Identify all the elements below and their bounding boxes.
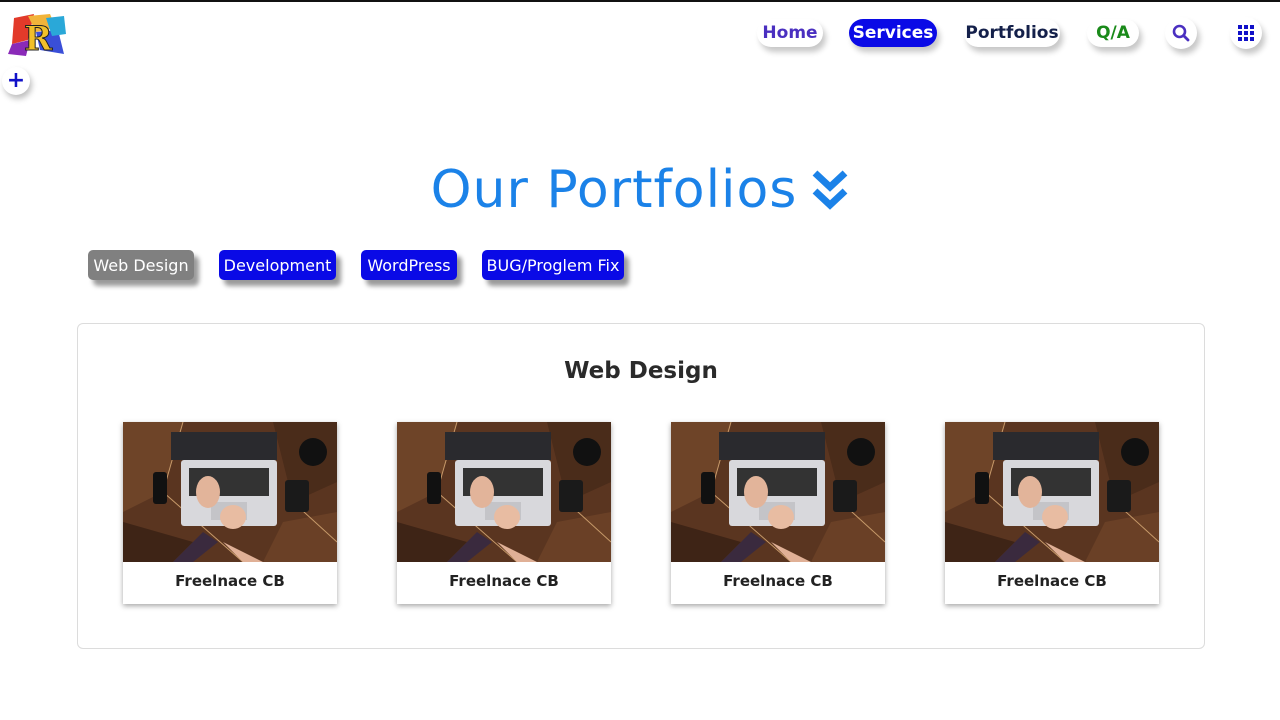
portfolio-image: [397, 422, 611, 562]
tab-wordpress[interactable]: WordPress: [361, 250, 457, 280]
card-caption: Freelnace CB: [997, 572, 1107, 590]
panel-title: Web Design: [564, 358, 718, 384]
search-button[interactable]: [1165, 17, 1197, 49]
portfolio-card[interactable]: Freelnace CB: [945, 422, 1159, 604]
tab-web-design[interactable]: Web Design: [88, 250, 194, 280]
page-title: Our Portfolios: [430, 160, 798, 220]
menu-grid-button[interactable]: [1230, 17, 1262, 49]
portfolio-card[interactable]: Freelnace CB: [123, 422, 337, 604]
svg-text:R: R: [24, 19, 53, 59]
portfolio-panel: Web Design Freelnace CB Freelnace CB Fre…: [77, 323, 1205, 649]
portfolio-image: [945, 422, 1159, 562]
card-caption: Freelnace CB: [175, 572, 285, 590]
tab-development[interactable]: Development: [219, 250, 336, 280]
grid-icon: [1238, 25, 1254, 41]
top-border: [0, 0, 1280, 2]
search-icon: [1172, 24, 1190, 42]
portfolio-card[interactable]: Freelnace CB: [397, 422, 611, 604]
nav-qa[interactable]: Q/A: [1087, 19, 1139, 47]
card-caption: Freelnace CB: [449, 572, 559, 590]
portfolio-image: [123, 422, 337, 562]
portfolio-card[interactable]: Freelnace CB: [671, 422, 885, 604]
page-heading: Our Portfolios: [0, 160, 1280, 220]
card-caption: Freelnace CB: [723, 572, 833, 590]
logo-icon: R: [8, 14, 66, 60]
portfolio-image: [671, 422, 885, 562]
double-chevron-down-icon: [813, 170, 848, 210]
plus-icon: +: [6, 68, 26, 93]
add-button[interactable]: +: [2, 67, 30, 95]
nav-home[interactable]: Home: [757, 19, 823, 47]
tab-bug-fix[interactable]: BUG/Proglem Fix: [482, 250, 624, 280]
nav-services[interactable]: Services: [849, 19, 937, 47]
nav-portfolios[interactable]: Portfolios: [964, 19, 1060, 47]
site-logo[interactable]: R: [6, 10, 70, 60]
